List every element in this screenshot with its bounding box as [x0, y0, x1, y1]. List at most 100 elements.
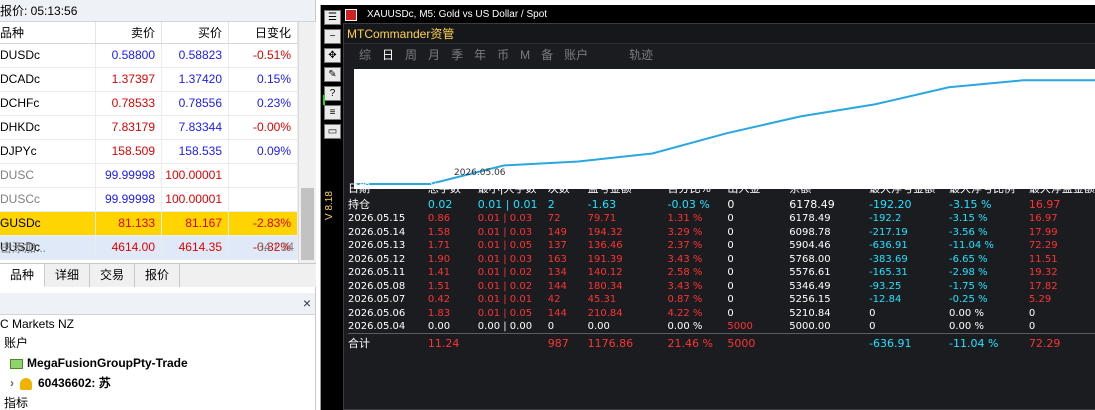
- period-tab[interactable]: 币: [497, 46, 509, 64]
- period-tab[interactable]: 日: [382, 46, 394, 64]
- stats-cell: 2026.05.15: [348, 213, 406, 225]
- tab-symbols[interactable]: 品种: [0, 264, 46, 287]
- stats-column-header: 余额: [789, 182, 812, 195]
- minimize-icon[interactable]: −: [324, 29, 341, 44]
- market-watch-row[interactable]: DUSCc 99.99998 100.00001: [0, 188, 298, 212]
- market-watch-scrollbar[interactable]: [298, 22, 316, 263]
- stats-cell: 72.29: [1028, 240, 1058, 252]
- stats-cell: 2026.05.13: [348, 240, 406, 252]
- market-watch-row[interactable]: GUSDc 81.133 81.167 -2.83%: [0, 212, 298, 236]
- scrollbar-thumb[interactable]: [301, 188, 314, 260]
- stats-cell: 3.29 %: [667, 226, 703, 238]
- stats-cell: 144: [547, 307, 567, 319]
- stats-cell: 3.43 %: [667, 253, 703, 265]
- period-tab[interactable]: 账户: [564, 46, 588, 64]
- stats-cell: 19.32: [1028, 267, 1058, 279]
- market-watch-row[interactable]: DJPYc 158.509 158.535 0.09%: [0, 140, 298, 164]
- stats-cell: 持仓: [348, 198, 370, 211]
- stats-cell: 0.01 | 0.02: [477, 267, 533, 279]
- edit-icon[interactable]: ✎: [324, 67, 341, 82]
- stats-cell: 0: [727, 226, 734, 238]
- menu-icon[interactable]: ☰: [324, 10, 341, 25]
- period-tab[interactable]: 月: [428, 46, 440, 64]
- stats-cell: 11.51: [1028, 253, 1058, 265]
- symbol-cell: DUSCc: [0, 188, 96, 211]
- stats-cell: 2026.05.08: [348, 280, 406, 292]
- stats-cell: 0.87 %: [667, 294, 703, 306]
- ask-cell: 7.83344: [162, 116, 229, 139]
- stats-cell: 5768.00: [789, 253, 831, 265]
- account-label: 60436602: 苏: [38, 376, 111, 390]
- stats-cell: 72: [547, 213, 561, 225]
- stats-cell: 6178.49: [789, 197, 835, 211]
- period-tab[interactable]: 年: [474, 46, 486, 64]
- stats-cell: -11.04 %: [949, 333, 1029, 351]
- market-watch-row[interactable]: DCHFc 0.78533 0.78556 0.23%: [0, 92, 298, 116]
- window-icon[interactable]: ▭: [324, 124, 341, 139]
- symbol-cell: DUSC: [0, 164, 96, 187]
- stats-cell: 0: [869, 307, 876, 319]
- stats-cell: -192.20: [869, 197, 912, 211]
- stats-position-row: 持仓 0.02 0.01 | 0.01 2 -1.63 -0.03 % 0 6178.49 -1…: [348, 196, 1095, 212]
- stats-row: 2026.05.07 0.42 0.01 | 0.01 42 45.31 0.87 % 0 5…: [348, 293, 1095, 307]
- stats-cell: 0.00: [427, 321, 451, 332]
- add-symbol-link[interactable]: 击添加...: [0, 239, 46, 256]
- stats-cell: 0.00 %: [667, 321, 703, 332]
- stats-column-header: 最大浮盈金额: [1028, 182, 1095, 195]
- change-cell: -0.51%: [229, 44, 298, 67]
- change-cell: [229, 188, 298, 211]
- navigator-server[interactable]: MegaFusionGroupPty-Trade: [10, 354, 188, 372]
- market-watch-row[interactable]: DUSC 99.99998 100.00001: [0, 164, 298, 188]
- navigator-indicators-label: 指标: [4, 396, 29, 410]
- market-watch-row[interactable]: DHKDc 7.83179 7.83344 -0.00%: [0, 116, 298, 140]
- stats-cell: 0.01 | 0.01: [477, 197, 538, 211]
- stats-cell: -0.03 %: [667, 197, 710, 211]
- stats-cell: -383.69: [869, 253, 908, 265]
- period-tab[interactable]: M: [520, 46, 530, 64]
- help-icon[interactable]: ?: [324, 86, 341, 101]
- period-tab[interactable]: 周: [405, 46, 417, 64]
- period-tab[interactable]: 综: [359, 46, 371, 64]
- stats-cell: 0.02: [427, 197, 453, 211]
- column-header-bid[interactable]: 卖价: [96, 22, 162, 43]
- bid-cell: 99.99998: [96, 164, 162, 187]
- tab-details[interactable]: 详细: [45, 264, 91, 287]
- stats-cell: -1.63: [587, 197, 617, 211]
- stats-column-header: 百分比%: [667, 182, 711, 195]
- close-icon[interactable]: ×: [303, 295, 311, 311]
- navigator-panel: × C Markets NZ 账户 MegaFusionGroupPty-Tra…: [0, 293, 316, 410]
- expand-chevron-icon[interactable]: ›: [10, 376, 14, 390]
- move-icon[interactable]: ✥: [324, 48, 341, 63]
- column-header-ask[interactable]: 买价: [162, 22, 229, 43]
- ask-cell: 0.78556: [162, 92, 229, 115]
- period-tab[interactable]: 季: [451, 46, 463, 64]
- tab-ticks[interactable]: 报价: [135, 264, 181, 287]
- stats-cell: 45.31: [587, 294, 617, 306]
- column-header-symbol[interactable]: 品种: [0, 22, 96, 43]
- stats-column-header: 次数: [547, 182, 570, 195]
- market-watch-row[interactable]: DCADc 1.37397 1.37420 0.15%: [0, 68, 298, 92]
- navigator-indicators[interactable]: 指标: [4, 394, 28, 410]
- period-tab[interactable]: 轨迹: [629, 46, 653, 64]
- stats-cell: 17.82: [1028, 280, 1058, 292]
- stats-cell: -0.25 %: [949, 294, 988, 306]
- symbol-count: 34 / 34: [257, 240, 294, 254]
- period-tab[interactable]: 备: [541, 46, 553, 64]
- stats-cell: 987: [547, 333, 588, 351]
- change-cell: [229, 164, 298, 187]
- column-header-change[interactable]: 日变化: [229, 22, 298, 43]
- stats-cell: -636.91: [869, 240, 908, 252]
- stats-row: 2026.05.14 1.58 0.01 | 0.03 149 194.32 3.29 %…: [348, 226, 1095, 240]
- stats-cell: 0: [1028, 307, 1036, 319]
- navigator-accounts[interactable]: 账户: [4, 334, 28, 352]
- navigator-account[interactable]: › 60436602: 苏: [10, 374, 111, 392]
- navigator-broker[interactable]: C Markets NZ: [0, 315, 74, 333]
- list-icon[interactable]: ≡: [324, 105, 341, 120]
- stats-cell: 1.51: [427, 280, 451, 292]
- stats-cell: 5000.00: [789, 321, 831, 332]
- stats-cell: 210.84: [587, 307, 623, 319]
- stats-cell: 5000: [727, 321, 753, 332]
- stats-cell: 0: [727, 307, 734, 319]
- tab-trading[interactable]: 交易: [90, 264, 136, 287]
- market-watch-row[interactable]: DUSDc 0.58800 0.58823 -0.51%: [0, 44, 298, 68]
